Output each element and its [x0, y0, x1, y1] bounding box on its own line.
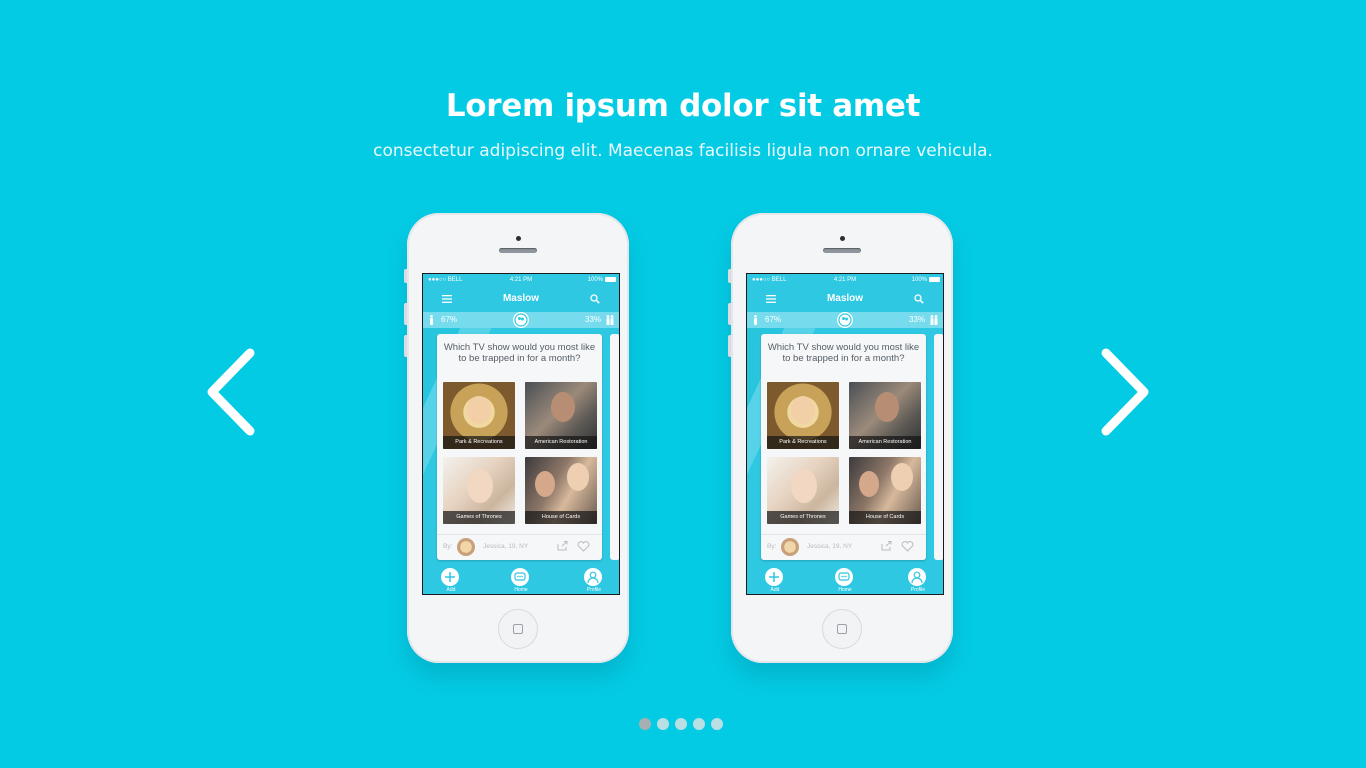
male-percent: 67%: [765, 315, 782, 324]
phone-screen: ●●●○○ BELL 4:21 PM 100% Maslow 67% 33% W…: [746, 273, 944, 595]
female-percent: 33%: [584, 315, 601, 324]
phone-speaker: [499, 248, 537, 253]
answer-option[interactable]: Games of Thrones: [443, 457, 515, 524]
battery-label: 100%: [587, 277, 603, 283]
answer-option-label: American Restoration: [849, 436, 921, 449]
question-text: Which TV show would you most like to be …: [767, 342, 920, 364]
status-bar: ●●●○○ BELL 4:21 PM 100%: [747, 274, 943, 286]
plus-icon: [765, 568, 783, 586]
pagination-dot[interactable]: [657, 718, 669, 730]
question-text: Which TV show would you most like to be …: [443, 342, 596, 364]
answer-option[interactable]: American Restoration: [525, 382, 597, 449]
app-navbar: Maslow: [747, 286, 943, 312]
plus-icon: [441, 568, 459, 586]
status-bar: ●●●○○ BELL 4:21 PM 100%: [423, 274, 619, 286]
by-label: By:: [443, 543, 453, 550]
answer-option-label: House of Cards: [525, 511, 597, 524]
gender-stats-bar: 67% 33%: [423, 312, 619, 328]
tab-label: Profile: [586, 587, 602, 593]
phone-screen: ●●●○○ BELL 4:21 PM 100% Maslow 67% 33% W…: [422, 273, 620, 595]
avatar[interactable]: [781, 538, 799, 556]
hero-title: Lorem ipsum dolor sit amet: [445, 88, 921, 124]
pagination-dot[interactable]: [693, 718, 705, 730]
chat-icon: [511, 568, 529, 586]
tab-home[interactable]: Home: [825, 566, 865, 594]
next-card-peek: [934, 334, 943, 560]
search-icon[interactable]: [590, 294, 600, 304]
phone-home-button: [498, 609, 538, 649]
tab-bar: Add Home Profile: [423, 566, 619, 594]
phone-mockup-2: ●●●○○ BELL 4:21 PM 100% Maslow 67% 33% W…: [728, 213, 953, 663]
answer-option-label: American Restoration: [525, 436, 597, 449]
tab-bar: Add Home Profile: [747, 566, 943, 594]
tab-label: Add: [770, 587, 780, 593]
answer-option-label: Park & Recreations: [443, 436, 515, 449]
answer-option-label: Park & Recreations: [767, 436, 839, 449]
user-icon: [908, 568, 926, 586]
male-percent: 67%: [441, 315, 458, 324]
phone-speaker: [823, 248, 861, 253]
heart-icon[interactable]: [577, 541, 590, 552]
male-icon: [430, 315, 433, 325]
heart-icon[interactable]: [901, 541, 914, 552]
pagination-dot[interactable]: [711, 718, 723, 730]
app-navbar: Maslow: [423, 286, 619, 312]
share-icon[interactable]: [881, 541, 892, 551]
pagination-dot[interactable]: [639, 718, 651, 730]
user-icon: [584, 568, 602, 586]
divider: [437, 534, 602, 535]
phone-camera: [516, 236, 521, 241]
hero-subtitle: consectetur adipiscing elit. Maecenas fa…: [373, 141, 993, 161]
by-label: By:: [767, 543, 777, 550]
female-icon: [930, 315, 938, 325]
tab-add[interactable]: Add: [755, 566, 795, 594]
gender-stats-bar: 67% 33%: [747, 312, 943, 328]
answer-option-label: House of Cards: [849, 511, 921, 524]
female-percent: 33%: [908, 315, 925, 324]
answer-option[interactable]: Park & Recreations: [767, 382, 839, 449]
chevron-right-icon: [1101, 348, 1149, 436]
battery-icon: [929, 277, 940, 282]
chevron-left-icon: [207, 348, 255, 436]
answer-option[interactable]: Park & Recreations: [443, 382, 515, 449]
tab-label: Add: [446, 587, 456, 593]
question-card[interactable]: Which TV show would you most like to be …: [761, 334, 926, 560]
search-icon[interactable]: [914, 294, 924, 304]
prev-slide-button[interactable]: [202, 347, 262, 437]
divider: [761, 534, 926, 535]
chat-icon: [835, 568, 853, 586]
tab-label: Profile: [910, 587, 926, 593]
answer-option[interactable]: House of Cards: [849, 457, 921, 524]
tab-home[interactable]: Home: [501, 566, 541, 594]
phone-camera: [840, 236, 845, 241]
answer-option-label: Games of Thrones: [443, 511, 515, 524]
next-slide-button[interactable]: [1094, 347, 1154, 437]
answer-option[interactable]: American Restoration: [849, 382, 921, 449]
avatar[interactable]: [457, 538, 475, 556]
question-card[interactable]: Which TV show would you most like to be …: [437, 334, 602, 560]
female-icon: [606, 315, 614, 325]
tab-label: Home: [514, 587, 528, 593]
share-icon[interactable]: [557, 541, 568, 551]
couple-icon: [837, 312, 853, 328]
couple-icon: [513, 312, 529, 328]
phone-home-button: [822, 609, 862, 649]
phone-mockup-1: ●●●○○ BELL 4:21 PM 100% Maslow 67% 33% W…: [404, 213, 629, 663]
author-label: Jessica, 19, NY: [807, 543, 853, 550]
answer-option-label: Games of Thrones: [767, 511, 839, 524]
tab-profile[interactable]: Profile: [574, 566, 614, 594]
tab-label: Home: [838, 587, 852, 593]
pagination-dot[interactable]: [675, 718, 687, 730]
tab-profile[interactable]: Profile: [898, 566, 938, 594]
male-icon: [754, 315, 757, 325]
battery-label: 100%: [911, 277, 927, 283]
answer-option[interactable]: Games of Thrones: [767, 457, 839, 524]
author-label: Jessica, 19, NY: [483, 543, 529, 550]
next-card-peek: [610, 334, 619, 560]
tab-add[interactable]: Add: [431, 566, 471, 594]
battery-icon: [605, 277, 616, 282]
answer-option[interactable]: House of Cards: [525, 457, 597, 524]
